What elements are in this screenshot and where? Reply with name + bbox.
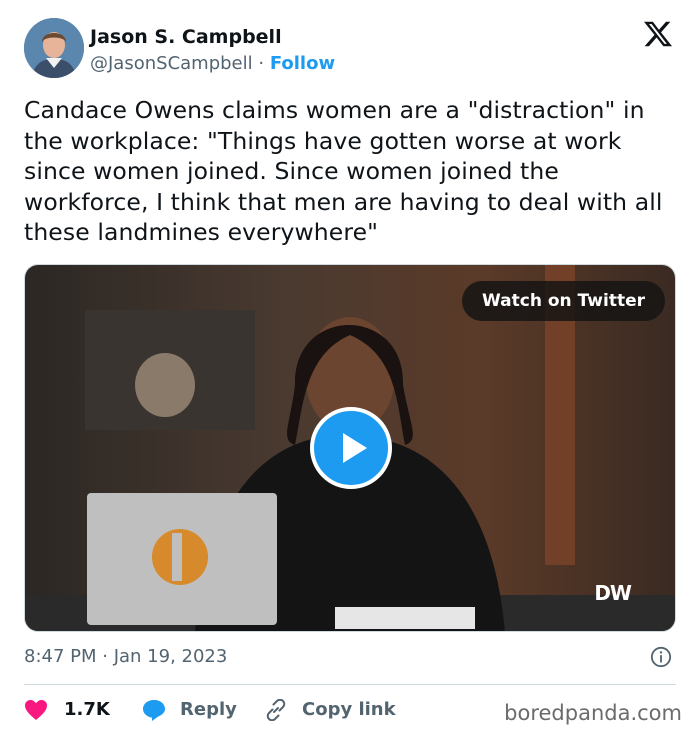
channel-logo: DW xyxy=(594,581,632,605)
like-count: 1.7K xyxy=(64,699,110,720)
timestamp[interactable]: 8:47 PM · Jan 19, 2023 xyxy=(24,646,227,667)
play-button[interactable] xyxy=(310,407,392,489)
heart-icon xyxy=(25,700,47,720)
handle[interactable]: @JasonSCampbell xyxy=(90,53,253,74)
play-icon xyxy=(343,433,367,463)
info-icon[interactable] xyxy=(650,646,672,668)
handle-line: @JasonSCampbell · Follow xyxy=(90,53,335,75)
follow-button[interactable]: Follow xyxy=(270,53,335,74)
watch-on-twitter-button[interactable]: Watch on Twitter xyxy=(462,281,665,321)
link-icon xyxy=(266,699,286,721)
separator: · xyxy=(258,53,265,74)
display-name[interactable]: Jason S. Campbell xyxy=(90,26,335,48)
tweet-header: Jason S. Campbell @JasonSCampbell · Foll… xyxy=(24,18,676,80)
x-logo-icon[interactable] xyxy=(644,20,672,48)
copy-link-label: Copy link xyxy=(302,699,396,720)
watermark: boredpanda.com xyxy=(504,701,682,725)
video-player[interactable]: Watch on Twitter DW xyxy=(24,264,676,632)
avatar[interactable] xyxy=(24,18,84,78)
like-button[interactable]: 1.7K xyxy=(24,696,124,724)
divider xyxy=(24,684,676,685)
tweet-text: Candace Owens claims women are a "distra… xyxy=(24,96,663,246)
reply-button[interactable]: Reply xyxy=(142,696,252,724)
reply-icon xyxy=(143,700,165,721)
copy-link-button[interactable]: Copy link xyxy=(264,696,404,724)
reply-label: Reply xyxy=(180,699,237,720)
